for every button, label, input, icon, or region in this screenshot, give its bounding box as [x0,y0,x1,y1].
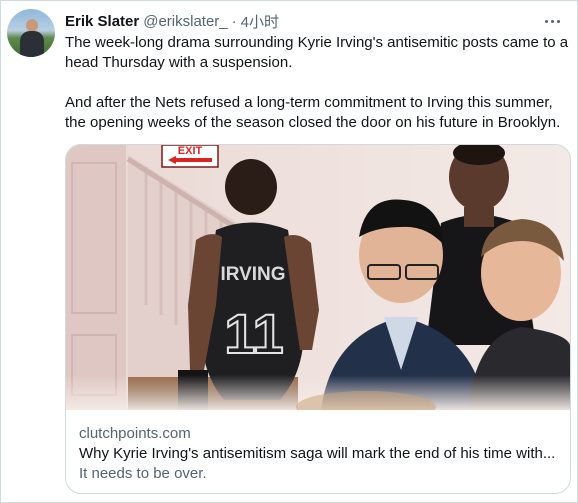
avatar[interactable] [7,9,55,57]
tweet-text: The week-long drama surrounding Kyrie Ir… [65,33,569,133]
jersey-name-text: IRVING [220,264,285,285]
exit-sign-text: EXIT [178,145,203,157]
card-image[interactable]: EXIT IRVING 11 [66,145,570,410]
card-description: It needs to be over. [79,465,207,482]
tweet-paragraph-2: And after the Nets refused a long-term c… [65,94,561,131]
tweet[interactable]: Erik Slater @erikslater_ · 4小时 The week-… [0,0,578,503]
header-separator: · [231,12,237,30]
card-meta[interactable]: clutchpoints.com Why Kyrie Irving's anti… [79,424,559,484]
more-horizontal-icon [544,19,548,23]
card-title: Why Kyrie Irving's antisemitism saga wil… [79,445,556,462]
tweet-paragraph-1: The week-long drama surrounding Kyrie Ir… [65,34,569,71]
tweet-header: Erik Slater @erikslater_ · 4小时 [65,11,567,31]
author-handle[interactable]: @erikslater_ [143,13,227,30]
author-name[interactable]: Erik Slater [65,13,139,30]
tweet-timestamp[interactable]: 4小时 [241,11,279,32]
link-card[interactable]: EXIT IRVING 11 clutchpoints.com Why Kyri… [65,144,571,494]
avatar-body [20,31,44,57]
more-options-button[interactable] [539,11,565,31]
jersey-number-text: 11 [224,302,283,365]
card-domain: clutchpoints.com [79,425,191,442]
